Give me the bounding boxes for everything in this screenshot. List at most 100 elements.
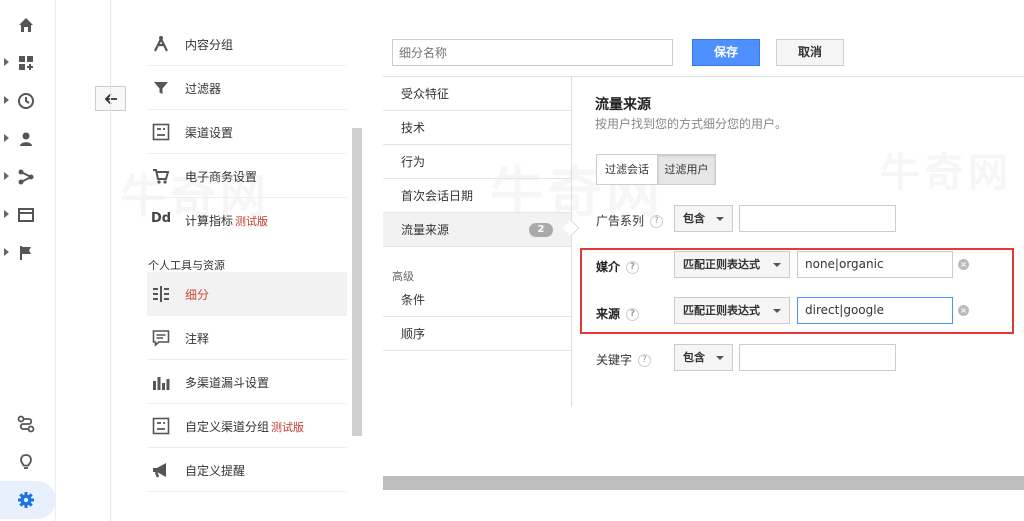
campaign-value-input[interactable]	[739, 205, 896, 232]
admin-item-filters[interactable]: 过滤器	[147, 66, 347, 110]
rail-audience[interactable]	[0, 127, 56, 151]
row-label-source: 来源?	[596, 305, 640, 322]
segment-category-list: 受众特征 技术 行为 首次会话日期 流量来源 2 条件 顺序	[383, 77, 571, 407]
chevron-down-icon	[716, 356, 724, 360]
attribution-icon	[17, 415, 35, 433]
bar-chart-icon	[153, 377, 170, 390]
medium-value-input[interactable]: none|organic	[797, 251, 953, 278]
rail-admin[interactable]	[0, 481, 56, 519]
expand-arrow-icon	[4, 96, 9, 104]
rail-behavior[interactable]	[0, 203, 56, 227]
admin-item-custom-channel-grouping[interactable]: 自定义渠道分组 测试版	[147, 404, 347, 448]
category-traffic-sources[interactable]: 流量来源 2	[383, 213, 571, 247]
help-icon[interactable]: ?	[638, 354, 652, 367]
expand-arrow-icon	[4, 210, 9, 218]
campaign-operator-dropdown[interactable]: 包含	[674, 205, 733, 232]
category-label: 流量来源	[401, 223, 450, 237]
admin-item-label: 计算指标 测试版	[185, 214, 269, 228]
help-icon[interactable]: ?	[650, 215, 664, 228]
source-operator-dropdown[interactable]: 匹配正则表达式	[674, 297, 790, 324]
clear-icon[interactable]: ×	[958, 305, 969, 316]
admin-item-custom-alerts[interactable]: 自定义提醒	[147, 448, 347, 492]
cancel-button[interactable]: 取消	[776, 39, 844, 66]
save-button[interactable]: 保存	[692, 39, 760, 66]
segments-icon	[153, 286, 169, 302]
admin-item-label: 自定义渠道分组 测试版	[185, 420, 305, 434]
expand-arrow-icon	[4, 248, 9, 256]
left-nav-rail	[0, 0, 56, 521]
rail-acquisition[interactable]	[0, 165, 56, 189]
rail-home[interactable]	[0, 13, 56, 37]
row-label-campaign: 广告系列?	[596, 212, 664, 229]
admin-item-calculated-metrics[interactable]: Dd 计算指标 测试版	[147, 198, 347, 242]
lightbulb-icon	[20, 454, 32, 469]
flag-icon	[20, 246, 31, 260]
rail-realtime[interactable]	[0, 89, 56, 113]
person-icon	[20, 132, 32, 146]
filter-icon	[154, 82, 168, 94]
row-label-keyword: 关键字?	[596, 351, 652, 368]
pane-title: 流量来源	[595, 97, 651, 113]
home-icon	[19, 18, 33, 32]
behavior-icon	[18, 208, 34, 222]
rail-customization[interactable]	[0, 51, 56, 75]
clear-icon[interactable]: ×	[958, 259, 969, 270]
admin-item-annotations[interactable]: 注释	[147, 316, 347, 360]
pane-subtitle: 按用户找到您的方式细分您的用户。	[595, 117, 788, 131]
admin-item-label: 电子商务设置	[185, 170, 258, 184]
category-technology[interactable]: 技术	[383, 111, 571, 145]
admin-item-label: 渠道设置	[185, 126, 234, 140]
content-grouping-icon	[154, 36, 168, 52]
admin-item-ecommerce[interactable]: 电子商务设置	[147, 154, 347, 198]
admin-item-label: 内容分组	[185, 38, 234, 52]
rail-attribution[interactable]	[0, 412, 56, 436]
category-first-session-date[interactable]: 首次会话日期	[383, 179, 571, 213]
editor-bottom-bar	[383, 476, 1024, 490]
admin-scrollbar[interactable]	[352, 128, 362, 436]
admin-item-label: 注释	[185, 332, 210, 346]
admin-item-content-grouping[interactable]: 内容分组	[147, 22, 347, 66]
advanced-section-label: 高级	[392, 270, 414, 283]
category-demographics[interactable]: 受众特征	[383, 77, 571, 111]
admin-item-label: 自定义提醒	[185, 464, 246, 478]
segment-name-input[interactable]	[392, 39, 673, 66]
clock-icon	[18, 93, 34, 109]
annotation-icon	[152, 330, 170, 347]
chevron-down-icon	[773, 263, 781, 267]
rail-discover[interactable]	[0, 450, 56, 474]
watermark: 牛奇网	[880, 140, 1012, 198]
cart-icon	[153, 169, 170, 184]
channel-settings-icon	[152, 123, 170, 141]
admin-item-segments[interactable]: 细分	[147, 272, 347, 316]
toggle-filter-sessions[interactable]: 过滤会话	[596, 154, 658, 185]
chevron-down-icon	[773, 309, 781, 313]
megaphone-icon	[153, 463, 166, 478]
acquisition-icon	[18, 169, 34, 185]
admin-item-channel-settings[interactable]: 渠道设置	[147, 110, 347, 154]
keyword-operator-dropdown[interactable]: 包含	[674, 344, 733, 371]
toggle-filter-users[interactable]: 过滤用户	[657, 154, 716, 185]
row-label-medium: 媒介?	[596, 258, 640, 275]
category-sequences[interactable]: 顺序	[383, 317, 571, 351]
gear-icon	[18, 492, 34, 508]
expand-arrow-icon	[4, 134, 9, 142]
category-conditions[interactable]: 条件	[383, 283, 571, 317]
admin-item-mcf-settings[interactable]: 多渠道漏斗设置	[147, 360, 347, 404]
admin-item-label: 细分	[185, 288, 210, 302]
keyword-value-input[interactable]	[739, 344, 896, 371]
admin-item-label: 多渠道漏斗设置	[185, 376, 270, 390]
expand-arrow-icon	[4, 58, 9, 66]
calculated-metric-icon: Dd	[151, 211, 172, 226]
expand-arrow-icon	[4, 172, 9, 180]
help-icon[interactable]: ?	[626, 308, 640, 321]
help-icon[interactable]: ?	[626, 261, 640, 274]
analytics-admin-page: 牛奇网 牛奇网 牛奇网	[0, 0, 1024, 521]
admin-item-label: 过滤器	[185, 82, 222, 96]
condition-count-badge: 2	[529, 223, 553, 237]
rail-conversions[interactable]	[0, 241, 56, 265]
category-divider	[571, 77, 572, 407]
category-behavior[interactable]: 行为	[383, 145, 571, 179]
dashboard-icon	[19, 56, 33, 70]
source-value-input[interactable]: direct|google	[797, 297, 953, 324]
medium-operator-dropdown[interactable]: 匹配正则表达式	[674, 251, 790, 278]
